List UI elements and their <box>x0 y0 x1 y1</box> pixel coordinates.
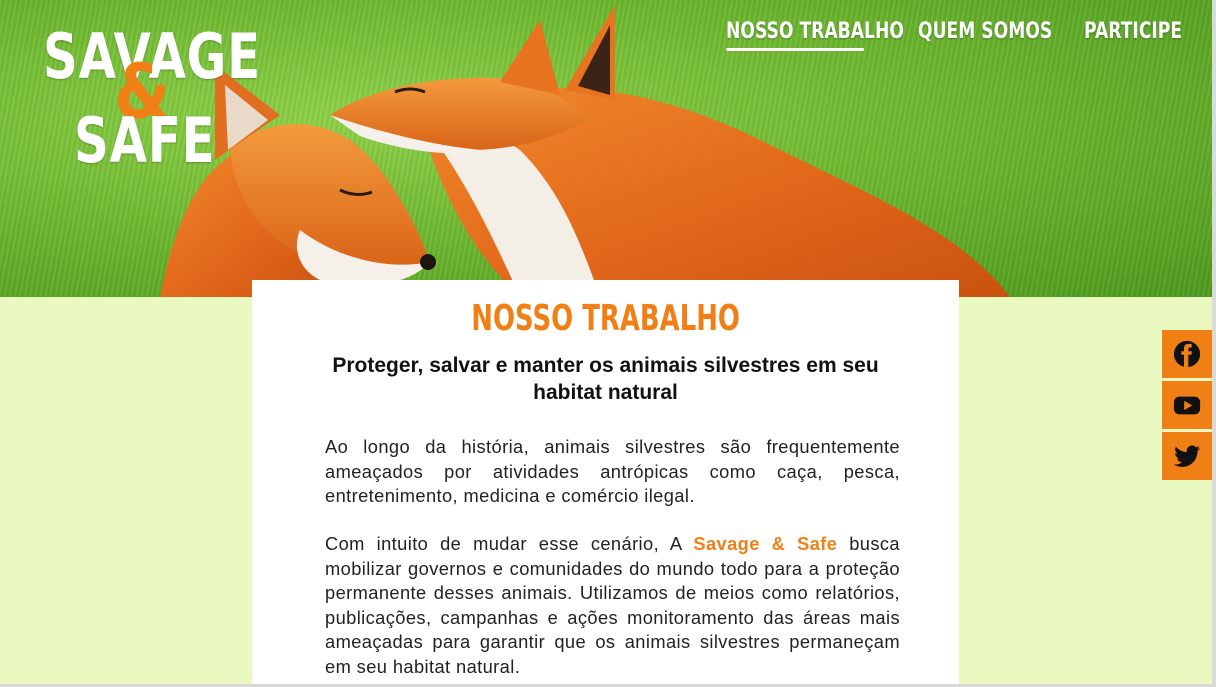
nav-active-underline <box>726 48 864 51</box>
nav-item-participe[interactable]: PARTICIPE <box>1084 18 1182 46</box>
social-links <box>1162 330 1212 483</box>
paragraph-history: Ao longo da história, animais silvestres… <box>325 436 900 506</box>
hero-banner: SAVAGE & SAFE NOSSO TRABALHO QUEM SOMOS … <box>0 0 1212 297</box>
brand-highlight: Savage & Safe <box>693 533 838 554</box>
paragraph-mission: Com intuito de mudar esse cenário, A Sav… <box>325 532 900 679</box>
main-navigation: NOSSO TRABALHO QUEM SOMOS PARTICIPE <box>692 18 1212 58</box>
logo-bottom-text: SAFE <box>74 104 216 177</box>
twitter-button[interactable] <box>1162 432 1212 480</box>
content-card: NOSSO TRABALHO Proteger, salvar e manter… <box>252 280 959 687</box>
youtube-button[interactable] <box>1162 381 1212 429</box>
window-edge-right <box>1212 0 1216 687</box>
section-subtitle: Proteger, salvar e manter os animais sil… <box>332 354 879 404</box>
paragraph-mission-start: Com intuito de mudar esse cenário, A <box>325 533 682 554</box>
paragraph-mission-end: busca mobilizar governos e comunidades d… <box>325 533 900 677</box>
nav-item-nosso-trabalho[interactable]: NOSSO TRABALHO <box>726 18 904 46</box>
site-logo[interactable]: SAVAGE & SAFE <box>40 22 260 176</box>
facebook-icon <box>1173 340 1201 368</box>
youtube-icon <box>1173 396 1201 415</box>
facebook-button[interactable] <box>1162 330 1212 378</box>
section-title: NOSSO TRABALHO <box>252 298 959 340</box>
section-title-text: NOSSO TRABALHO <box>471 298 740 339</box>
twitter-icon <box>1173 445 1201 467</box>
nav-item-quem-somos[interactable]: QUEM SOMOS <box>918 18 1052 46</box>
